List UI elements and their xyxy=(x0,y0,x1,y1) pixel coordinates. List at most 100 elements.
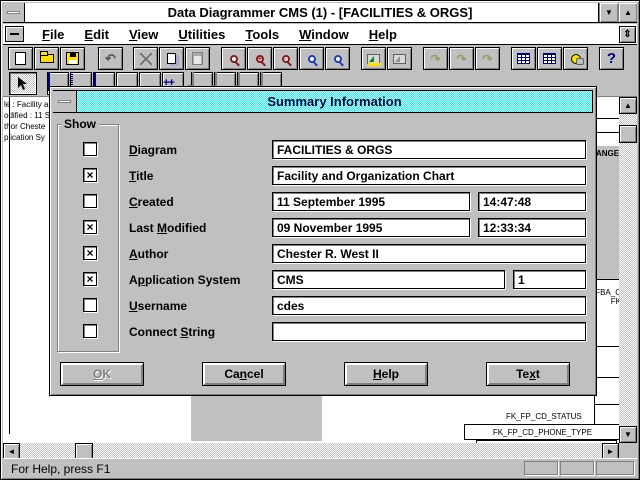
field-application-version[interactable]: 1 xyxy=(513,270,586,289)
requirements-button[interactable] xyxy=(563,47,588,70)
help-dialog-button[interactable]: Help xyxy=(344,362,428,386)
navigate-forward-button[interactable]: ↷ xyxy=(449,47,474,70)
cut-icon xyxy=(134,48,157,69)
diagram-page-edge xyxy=(9,97,10,434)
field-modified-time[interactable]: 12:33:34 xyxy=(478,218,586,237)
zoom-button[interactable] xyxy=(221,47,246,70)
maximize-button[interactable]: ▲ xyxy=(618,3,637,22)
expand-diagram-button[interactable] xyxy=(387,47,412,70)
vertical-scrollbar[interactable]: ▲ ▼ xyxy=(619,97,637,443)
menu-utilities[interactable]: Utilities xyxy=(168,27,235,42)
field-application-system[interactable]: CMS xyxy=(272,270,505,289)
menu-file[interactable]: File xyxy=(32,27,74,42)
fit-diagram-button[interactable] xyxy=(361,47,386,70)
dialog-row-author: × Author Chester R. West II xyxy=(50,244,596,264)
checkbox-title[interactable]: × xyxy=(83,168,97,182)
save-button[interactable] xyxy=(60,47,85,70)
undo-button[interactable]: ↶ xyxy=(98,47,123,70)
save-icon xyxy=(61,48,84,69)
expand-diagram-icon xyxy=(388,48,411,69)
new-button[interactable] xyxy=(8,47,33,70)
field-diagram[interactable]: FACILITIES & ORGS xyxy=(272,140,586,159)
table-definition-button[interactable] xyxy=(511,47,536,70)
checkbox-connect-string[interactable] xyxy=(83,324,97,338)
help-icon: ? xyxy=(600,48,623,69)
field-username[interactable]: cdes xyxy=(272,296,586,315)
label-modified: Last Modified xyxy=(129,221,206,235)
field-title[interactable]: Facility and Organization Chart xyxy=(272,166,586,185)
status-cell xyxy=(560,461,594,475)
dialog-row-modified: × Last Modified 09 November 1995 12:33:3… xyxy=(50,218,596,238)
dialog-row-title: × Title Facility and Organization Chart xyxy=(50,166,596,186)
title-bar: Data Diagrammer CMS (1) - [FACILITIES & … xyxy=(3,3,637,23)
fk-phone-type-box: FK_FP_CD_PHONE_TYPE xyxy=(464,424,621,440)
menu-tools[interactable]: Tools xyxy=(235,27,289,42)
fk-status-label: FK_FP_CD_STATUS xyxy=(506,412,582,421)
dialog-row-username: Username cdes xyxy=(50,296,596,316)
help-button[interactable]: ? xyxy=(599,47,624,70)
entity-gray-block: ANGEM xyxy=(595,146,622,279)
label-diagram: Diagram xyxy=(129,143,177,157)
ok-button[interactable]: OK xyxy=(60,362,144,386)
checkbox-author[interactable]: × xyxy=(83,246,97,260)
navigate-back-button[interactable]: ↷ xyxy=(475,47,500,70)
checkbox-application-system[interactable]: × xyxy=(83,272,97,286)
main-toolbar: ↶ + - ↷ ↷ ↷ ? xyxy=(3,46,637,71)
field-created-date[interactable]: 11 September 1995 xyxy=(272,192,470,211)
checkbox-created[interactable] xyxy=(83,194,97,208)
copy-icon xyxy=(160,48,183,69)
label-title: Title xyxy=(129,169,153,183)
zoom-out-button[interactable]: - xyxy=(273,47,298,70)
menu-bar: File Edit View Utilities Tools Window He… xyxy=(3,24,637,45)
dialog-row-created: Created 11 September 1995 14:47:48 xyxy=(50,192,596,212)
requirements-icon xyxy=(564,48,587,69)
open-icon xyxy=(35,48,58,69)
vertical-scrollbar-track[interactable] xyxy=(619,97,637,443)
copy-button[interactable] xyxy=(159,47,184,70)
zoom-page-icon xyxy=(300,48,323,69)
entity-box: FBA_C FK xyxy=(595,279,622,346)
mdi-child-system-button[interactable] xyxy=(5,26,24,42)
dialog-row-diagram: Diagram FACILITIES & ORGS xyxy=(50,140,596,160)
zoom-in-button[interactable]: + xyxy=(247,47,272,70)
scroll-down-button[interactable]: ▼ xyxy=(619,426,637,443)
dialog-system-menu-button[interactable] xyxy=(53,90,77,113)
field-created-time[interactable]: 14:47:48 xyxy=(478,192,586,211)
new-icon xyxy=(9,48,32,69)
diagram-text-fragment: thor Cheste xyxy=(4,122,50,131)
menu-edit[interactable]: Edit xyxy=(74,27,119,42)
dialog-title: Summary Information xyxy=(77,94,592,109)
text-button[interactable]: Text xyxy=(486,362,570,386)
mdi-restore-button[interactable]: ⇕ xyxy=(619,26,636,43)
open-button[interactable] xyxy=(34,47,59,70)
scroll-up-button[interactable]: ▲ xyxy=(619,97,637,114)
checkbox-diagram[interactable] xyxy=(83,142,97,156)
mdi-system-menu-icon xyxy=(10,33,19,35)
vertical-scrollbar-thumb[interactable] xyxy=(619,125,637,143)
paste-button[interactable] xyxy=(185,47,210,70)
field-author[interactable]: Chester R. West II xyxy=(272,244,586,263)
zoom-page-button[interactable] xyxy=(299,47,324,70)
cancel-button[interactable]: Cancel xyxy=(202,362,286,386)
menu-window[interactable]: Window xyxy=(289,27,359,42)
minimize-button[interactable]: ▼ xyxy=(599,3,618,22)
zoom-pan-button[interactable] xyxy=(325,47,350,70)
field-modified-date[interactable]: 09 November 1995 xyxy=(272,218,470,237)
field-connect-string[interactable] xyxy=(272,322,586,341)
dialog-system-menu-icon xyxy=(58,100,71,103)
table-usages-button[interactable] xyxy=(537,47,562,70)
fk-label: FK xyxy=(595,297,622,306)
navigate-up-button[interactable]: ↷ xyxy=(423,47,448,70)
menu-view[interactable]: View xyxy=(119,27,168,42)
fit-diagram-icon xyxy=(362,48,385,69)
dialog-title-bar: Summary Information xyxy=(53,90,593,113)
zoom-in-icon: + xyxy=(248,48,271,69)
checkbox-username[interactable] xyxy=(83,298,97,312)
cut-button[interactable] xyxy=(133,47,158,70)
table-definition-icon xyxy=(512,48,535,69)
label-username: Username xyxy=(129,299,187,313)
select-tool-button[interactable] xyxy=(9,72,37,95)
menu-help[interactable]: Help xyxy=(359,27,407,42)
checkbox-modified[interactable]: × xyxy=(83,220,97,234)
diagram-text-fragment: plication Sy xyxy=(4,133,50,142)
